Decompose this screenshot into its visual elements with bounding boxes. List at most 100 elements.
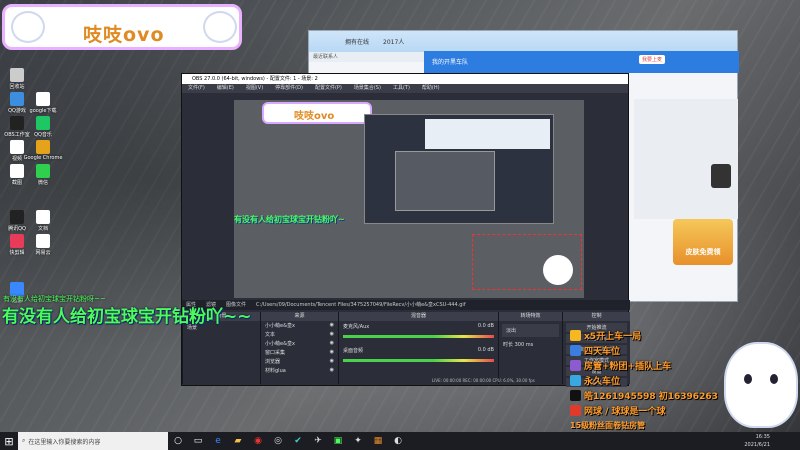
edge-icon[interactable]: e (208, 432, 228, 450)
eye-icon[interactable]: ◉ (330, 358, 334, 365)
eye-icon[interactable]: ◉ (330, 331, 334, 338)
eye-icon[interactable]: ◉ (330, 340, 334, 347)
chrome-icon[interactable]: ◉ (248, 432, 268, 450)
qq-icon[interactable]: ✔ (288, 432, 308, 450)
controls-dock-title: 控制 (563, 312, 630, 321)
app-icon (10, 116, 24, 130)
app-icon (36, 164, 50, 178)
qq-skin-badge[interactable]: 皮肤免费领 (673, 219, 733, 265)
obs-icon[interactable]: ◎ (268, 432, 288, 450)
menu-view[interactable]: 视图(V) (246, 84, 263, 93)
cat-mascot-right (203, 11, 237, 43)
preview-selected-source[interactable] (472, 234, 582, 290)
promo-panel: x5开上车一局 四天车位 房管+粉团+插队上车 永久车位 皓1261945598 初16… (570, 328, 730, 431)
app-icon-2[interactable]: ✦ (348, 432, 368, 450)
task-view-icon[interactable]: ▭ (188, 432, 208, 450)
promo-row: 四天车位 (570, 343, 730, 358)
desktop-icon[interactable]: google下载 (30, 92, 56, 114)
desktop-icon[interactable]: 文档 (30, 210, 56, 232)
source-item-label: 小小萌e&皇x (265, 341, 295, 347)
source-item-label: 文本 (265, 332, 276, 338)
qq-phone-icon[interactable] (711, 164, 731, 188)
wechat-icon[interactable]: ▣ (328, 432, 348, 450)
preview-nested-capture (364, 114, 554, 224)
eye-icon[interactable]: ◉ (330, 367, 334, 374)
qq-header: 拥有在线 2017人 (309, 31, 737, 52)
menu-edit[interactable]: 编辑(E) (217, 84, 234, 93)
desktop-icon[interactable]: QQ游戏 (4, 92, 30, 114)
desktop-icon-label: 网易云 (35, 250, 51, 256)
transition-select[interactable]: 淡出 (502, 324, 559, 337)
sources-dock: 来源 小小萌e&皇x ◉ 文本 ◉ 小小萌e&皇x ◉ 窗口采集 ◉ 浏览器 ◉ 材料glua ◉ (260, 312, 338, 384)
taskbar-clock[interactable]: 16:35 2021/6/21 (744, 433, 770, 449)
eye-icon[interactable]: ◉ (330, 322, 334, 329)
windows-start-icon[interactable]: ⊞ (0, 432, 18, 450)
duration-value[interactable]: 300 ms (515, 342, 534, 348)
source-item[interactable]: 小小萌e&皇x ◉ (261, 321, 338, 330)
promo-row-text: 房管+粉团+插队上车 (584, 362, 672, 372)
obs-window[interactable]: OBS 27.0.0 (64-bit, windows) - 配置文件: 1 -… (181, 73, 630, 387)
explorer-icon[interactable]: ▰ (228, 432, 248, 450)
source-item[interactable]: 材料glua ◉ (261, 366, 338, 375)
promo-row-text: 皓1261945598 初16396263 (584, 392, 718, 402)
desktop-icon[interactable]: QQ音乐 (30, 116, 56, 138)
app-icon-3[interactable]: ▦ (368, 432, 388, 450)
app-icon-4[interactable]: ◐ (388, 432, 408, 450)
desktop-icon[interactable]: Google Chrome (24, 140, 62, 161)
preview-overlay-text: 有没有人给初宝球宝开钻粉吖~ (234, 215, 345, 224)
cortana-icon[interactable]: ○ (168, 432, 188, 450)
menu-help[interactable]: 帮助(H) (422, 84, 440, 93)
menu-tools[interactable]: 工具(T) (393, 84, 410, 93)
taskbar-search[interactable]: ⌕ 在这里输入你要搜索的内容 (18, 432, 168, 450)
cat-mascot-corner (724, 342, 798, 428)
desktop-icon[interactable]: 网易云 (30, 234, 56, 256)
duration-row: 时长 300 ms (499, 340, 562, 349)
desktop-icon[interactable]: OBS工作室 (4, 116, 30, 138)
app-icon-1[interactable]: ✈ (308, 432, 328, 450)
sources-list: 小小萌e&皇x ◉ 文本 ◉ 小小萌e&皇x ◉ 窗口采集 ◉ 浏览器 ◉ 材料glua ◉ (261, 321, 338, 375)
source-item[interactable]: 浏览器 ◉ (261, 357, 338, 366)
source-path: C:/Users/09/Documents/Tencent Files/3475… (256, 302, 466, 308)
source-item[interactable]: 窗口采集 ◉ (261, 348, 338, 357)
qq-icon (570, 330, 581, 341)
source-item[interactable]: 文本 ◉ (261, 330, 338, 339)
nested-qq (425, 119, 550, 149)
promo-row: 皓1261945598 初16396263 (570, 388, 730, 403)
source-item-label: 材料glua (265, 368, 286, 374)
menu-scene-collection[interactable]: 场景集合(S) (354, 84, 381, 93)
promo-row: 网球 / 球球是一个球 (570, 403, 730, 418)
mixer-ch2-meter[interactable] (343, 359, 494, 362)
source-item-label: 窗口采集 (265, 350, 286, 356)
desktop-icon-label: 截图 (11, 180, 22, 186)
streamer-banner: 吱吱ovo (2, 4, 242, 50)
desktop-icon[interactable]: 腾讯QQ (4, 210, 30, 232)
obs-preview[interactable]: 吱吱ovo 有没有人给初宝球宝开钻粉吖~ (234, 100, 584, 298)
promo-row: 房管+粉团+插队上车 (570, 358, 730, 373)
desktop-icon-label: 回收站 (9, 84, 25, 90)
eye-icon[interactable]: ◉ (330, 349, 334, 356)
mixer-dock-title: 混音器 (339, 312, 498, 321)
duration-label: 时长 (503, 342, 514, 348)
menu-docks[interactable]: 停靠部件(D) (275, 84, 303, 93)
desktop-icon[interactable]: 微信 (30, 164, 56, 186)
promo-row-text: 四天车位 (584, 347, 621, 357)
app-icon (10, 68, 24, 82)
car-icon (570, 360, 581, 371)
clock-date: 2021/6/21 (744, 442, 770, 448)
desktop-icon[interactable]: 截图 (4, 164, 30, 186)
mixer-dock: 混音器 麦克风/Aux 0.0 dB 桌面音频 0.0 dB (338, 312, 498, 384)
promo-row-text: x5开上车一局 (584, 332, 642, 342)
mixer-ch1-meter[interactable] (343, 335, 494, 338)
desktop-icon[interactable]: 快剪辑 (4, 234, 30, 256)
source-item[interactable]: 小小萌e&皇x ◉ (261, 339, 338, 348)
menu-file[interactable]: 文件(F) (188, 84, 205, 93)
douyin-icon (570, 390, 581, 401)
desktop-icon[interactable]: 回收站 (4, 68, 30, 90)
menu-profile[interactable]: 配置文件(P) (315, 84, 342, 93)
transitions-dock-title: 转场特效 (499, 312, 562, 321)
promo-rows: x5开上车一局 四天车位 房管+粉团+插队上车 永久车位 皓1261945598 初16… (570, 328, 730, 418)
overlay-big-text: 有没有人给初宝球宝开钻粉吖~~ (2, 307, 252, 327)
qq-side-button[interactable]: 我要上麦 (639, 55, 666, 64)
qq-head-title: 拥有在线 (345, 39, 370, 46)
desktop-icon-label: google下载 (29, 108, 57, 114)
